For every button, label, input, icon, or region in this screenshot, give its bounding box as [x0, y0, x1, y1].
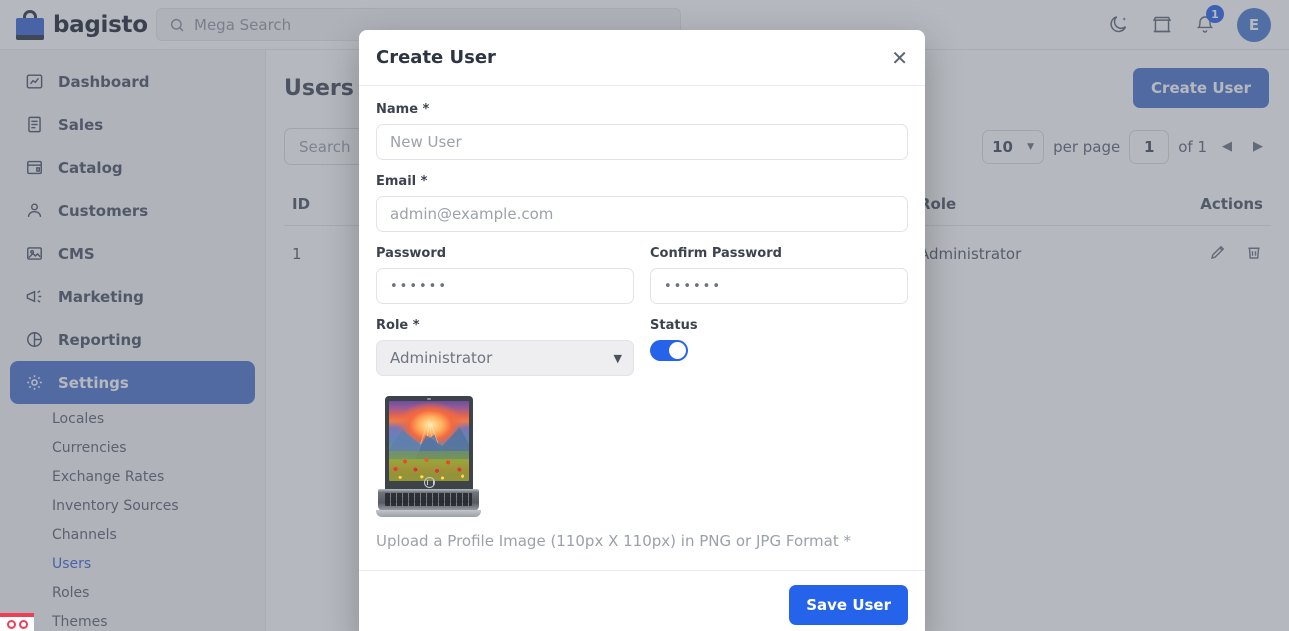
alert-dot-icon — [18, 619, 28, 629]
close-icon[interactable]: ✕ — [891, 48, 908, 68]
role-select[interactable]: Administrator ▼ — [376, 340, 634, 376]
email-label: Email * — [376, 174, 428, 189]
role-select-value: Administrator — [390, 349, 493, 367]
toggle-knob — [669, 342, 686, 359]
name-input-value: New User — [390, 133, 462, 151]
laptop-keyboard — [385, 493, 472, 506]
email-field-group: Email * admin@example.com — [376, 174, 908, 232]
status-badge-bottom-left[interactable] — [0, 613, 34, 631]
profile-image-preview[interactable] — [376, 396, 908, 518]
alert-dot-icon — [6, 619, 16, 629]
create-user-modal: Create User ✕ Name * New User Email * ad… — [359, 30, 925, 631]
password-input-value: •••••• — [390, 278, 449, 294]
app-root: bagisto Mega Search 1 E Dashboard Sales … — [0, 0, 1289, 631]
confirm-password-label: Confirm Password — [650, 246, 782, 261]
chevron-down-icon: ▼ — [613, 351, 622, 365]
password-label: Password — [376, 246, 447, 261]
confirm-password-field-group: Confirm Password •••••• — [650, 246, 908, 304]
status-label: Status — [650, 318, 698, 333]
email-input-value: admin@example.com — [390, 205, 554, 223]
upload-helper-text: Upload a Profile Image (110px X 110px) i… — [376, 532, 851, 550]
confirm-password-input[interactable]: •••••• — [650, 268, 908, 304]
modal-footer: Save User — [359, 570, 925, 631]
name-label: Name * — [376, 102, 430, 117]
confirm-password-input-value: •••••• — [664, 278, 723, 294]
role-status-row: Role * Administrator ▼ Status — [376, 318, 908, 390]
laptop-lid — [385, 396, 473, 489]
laptop-screen-wallpaper — [389, 401, 469, 481]
modal-header: Create User ✕ — [359, 30, 925, 86]
role-field-group: Role * Administrator ▼ — [376, 318, 634, 376]
role-label: Role * — [376, 318, 420, 333]
hp-logo-icon — [423, 477, 435, 488]
save-user-button[interactable]: Save User — [789, 585, 908, 625]
email-input[interactable]: admin@example.com — [376, 196, 908, 232]
modal-title: Create User — [376, 47, 496, 68]
modal-body: Name * New User Email * admin@example.co… — [359, 86, 925, 570]
laptop-foot — [376, 510, 481, 517]
laptop-image — [376, 396, 481, 518]
password-field-group: Password •••••• — [376, 246, 634, 304]
webcam-icon — [427, 398, 431, 400]
name-field-group: Name * New User — [376, 102, 908, 160]
status-toggle[interactable] — [650, 340, 688, 361]
name-input[interactable]: New User — [376, 124, 908, 160]
laptop-brand-chin — [385, 477, 473, 488]
password-row: Password •••••• Confirm Password •••••• — [376, 246, 908, 318]
status-field-group: Status — [650, 318, 908, 376]
password-input[interactable]: •••••• — [376, 268, 634, 304]
